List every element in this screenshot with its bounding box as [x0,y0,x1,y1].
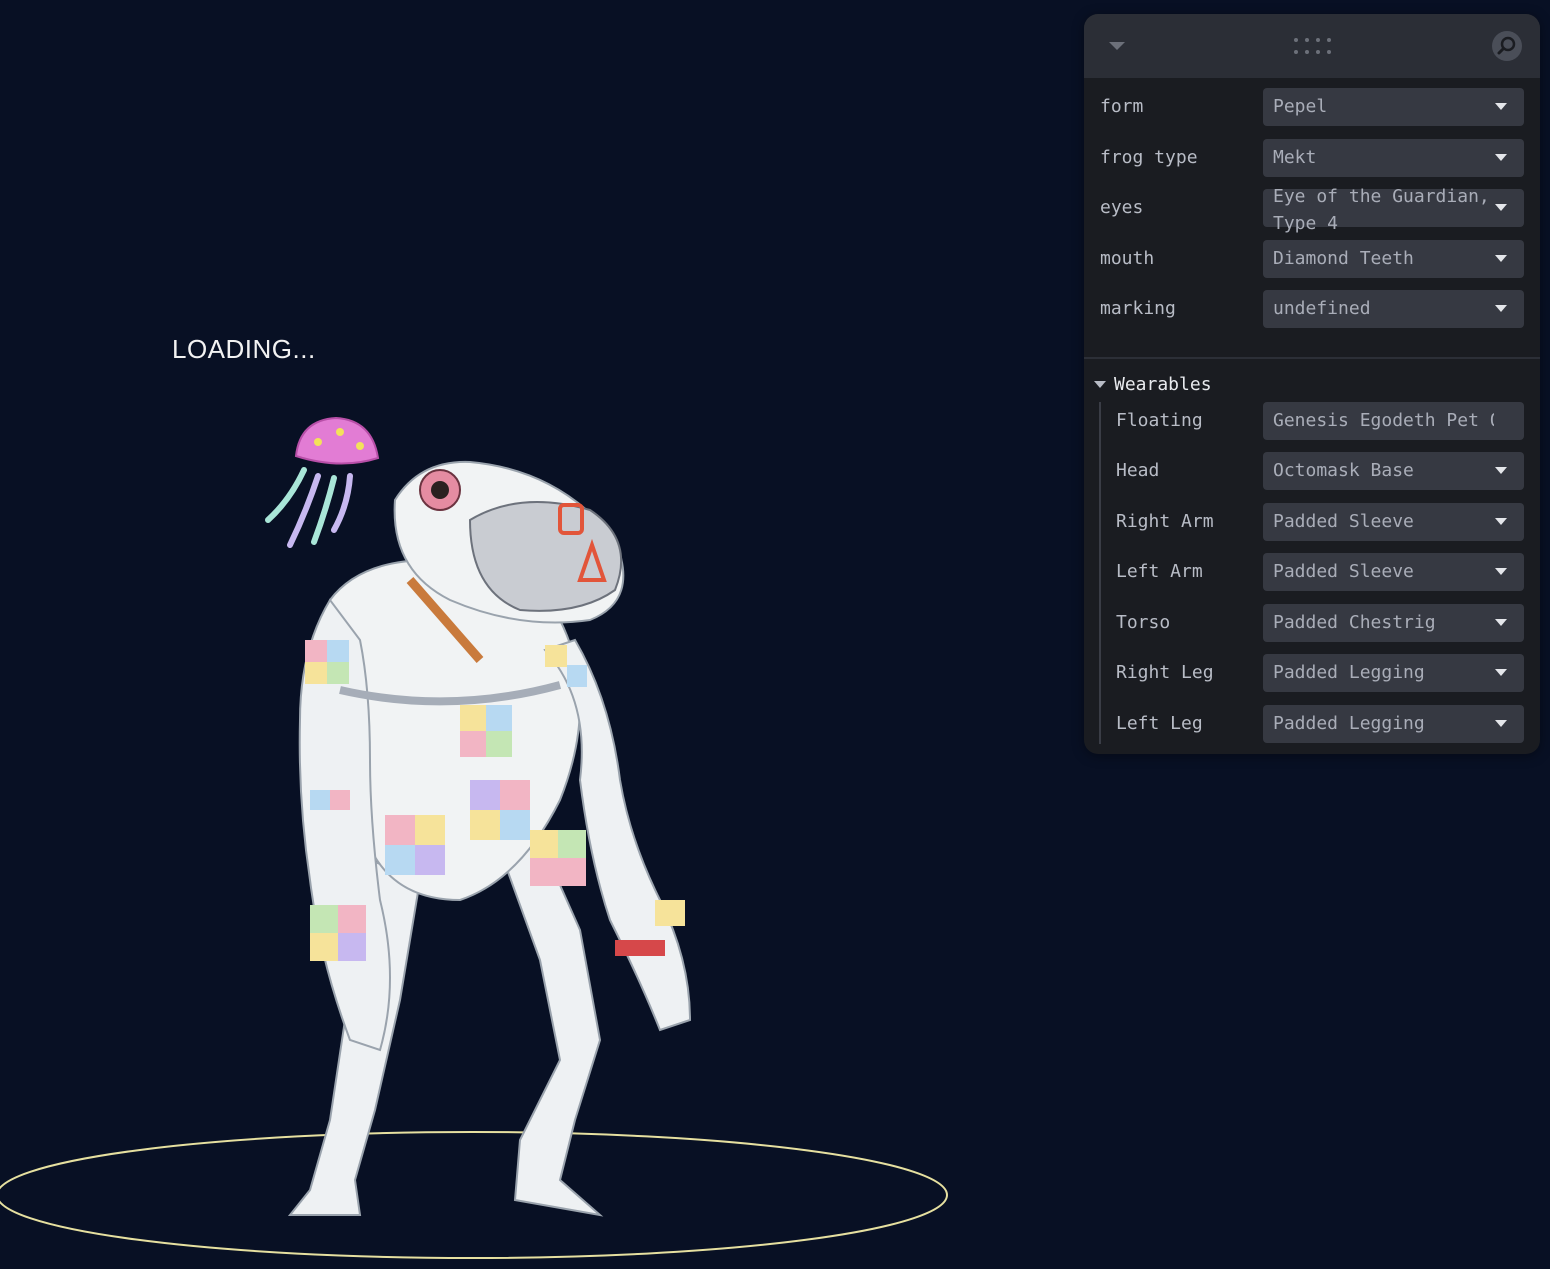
panel-header [1084,14,1540,78]
chevron-down-icon [1495,518,1507,525]
field-label: Right Arm [1116,511,1214,532]
field-label: form [1100,96,1144,117]
select-value: Padded Sleeve [1273,511,1414,532]
wearable-left-leg: Left Leg Padded Legging [1084,705,1540,743]
frog-type-select[interactable]: Mekt [1263,139,1524,177]
field-label: mouth [1100,248,1155,269]
select-value: Padded Legging [1273,713,1425,734]
field-label: marking [1100,298,1176,319]
marking-select[interactable]: undefined [1263,290,1524,328]
field-eyes: eyes Eye of the Guardian, Type 4 [1084,186,1540,234]
select-value: Eye of the Guardian, Type 4 [1273,186,1490,234]
select-value: Diamond Teeth [1273,248,1414,269]
select-value: Padded Chestrig [1273,612,1436,633]
field-label: Torso [1116,612,1171,633]
select-value: Pepel [1273,96,1328,117]
select-value: Mekt [1273,147,1317,168]
field-marking: marking undefined [1084,290,1540,328]
drag-handle-icon [1294,38,1331,54]
field-label: frog type [1100,147,1198,168]
chevron-down-icon [1495,255,1507,262]
form-select[interactable]: Pepel [1263,88,1524,126]
loading-text: LOADING... [172,334,316,364]
field-form: form Pepel [1084,88,1540,126]
field-label: Head [1116,460,1160,481]
folder-title: Wearables [1114,374,1212,395]
wearable-floating: Floating Genesis Egodeth Pet 06 [1084,402,1540,440]
chevron-down-icon [1495,720,1507,727]
floating-select[interactable]: Genesis Egodeth Pet 06 [1263,402,1524,440]
chevron-down-icon [1495,103,1507,110]
head-select[interactable]: Octomask Base [1263,452,1524,490]
mouth-select[interactable]: Diamond Teeth [1263,240,1524,278]
drag-handle[interactable] [1290,36,1334,56]
chevron-down-icon [1495,568,1507,575]
field-label: Floating [1116,410,1203,431]
field-mouth: mouth Diamond Teeth [1084,240,1540,278]
floating-pet [265,416,380,548]
select-value: Padded Sleeve [1273,561,1414,582]
right-leg-select[interactable]: Padded Legging [1263,654,1524,692]
wearable-head: Head Octomask Base [1084,452,1540,490]
caret-down-icon [1109,42,1125,50]
wearable-right-leg: Right Leg Padded Legging [1084,654,1540,692]
wearable-left-arm: Left Arm Padded Sleeve [1084,553,1540,591]
field-label: eyes [1100,197,1144,218]
select-value: Genesis Egodeth Pet 06 [1273,410,1494,431]
wearable-torso: Torso Padded Chestrig [1084,604,1540,642]
field-label: Left Arm [1116,561,1203,582]
controls-panel: form Pepel frog type Mekt eyes Eye of th… [1084,14,1540,754]
chevron-down-icon [1495,204,1507,211]
chevron-down-icon [1495,154,1507,161]
field-frog-type: frog type Mekt [1084,139,1540,177]
select-value: undefined [1273,298,1371,319]
chevron-down-icon [1495,467,1507,474]
right-arm-select[interactable]: Padded Sleeve [1263,503,1524,541]
eyes-select[interactable]: Eye of the Guardian, Type 4 [1263,186,1524,234]
frog-character [287,460,692,1217]
caret-down-icon [1094,381,1106,388]
left-leg-select[interactable]: Padded Legging [1263,705,1524,743]
wearable-right-arm: Right Arm Padded Sleeve [1084,503,1540,541]
left-arm-select[interactable]: Padded Sleeve [1263,553,1524,591]
select-value: Padded Legging [1273,662,1425,683]
panel-collapse-button[interactable] [1106,38,1128,54]
panel-divider [1084,357,1540,359]
chevron-down-icon [1495,619,1507,626]
field-label: Right Leg [1116,662,1214,683]
search-button[interactable] [1492,31,1522,61]
torso-select[interactable]: Padded Chestrig [1263,604,1524,642]
ground-ring [0,1131,948,1259]
field-label: Left Leg [1116,713,1203,734]
select-value: Octomask Base [1273,460,1414,481]
chevron-down-icon [1495,305,1507,312]
search-icon [1497,36,1516,55]
chevron-down-icon [1495,669,1507,676]
